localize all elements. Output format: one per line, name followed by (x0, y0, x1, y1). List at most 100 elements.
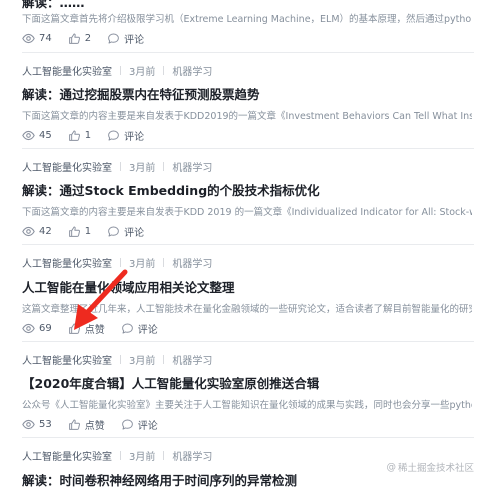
author-link[interactable]: 人工智能量化实验室 (22, 255, 112, 270)
comment-label: 评论 (124, 131, 145, 143)
separator (120, 161, 121, 171)
like-button[interactable]: 1 (68, 129, 91, 142)
comment-label: 评论 (137, 324, 158, 336)
category-tag[interactable]: 机器学习 (172, 255, 212, 270)
author-link[interactable]: 人工智能量化实验室 (22, 448, 112, 463)
author-link[interactable]: 人工智能量化实验室 (22, 63, 112, 78)
eye-icon (22, 323, 35, 333)
view-count: 69 (22, 322, 52, 335)
like-button[interactable]: 1 (68, 225, 91, 238)
publish-time: 3月前 (129, 66, 156, 78)
article-meta: 人工智能量化实验室 3月前 机器学习 (22, 448, 212, 463)
thumbs-up-icon (68, 323, 80, 334)
article-item[interactable]: 人工智能量化实验室 3月前 机器学习 人工智能在量化领域应用相关论文整理 这篇文… (0, 244, 480, 341)
comment-button[interactable]: 评论 (107, 224, 144, 239)
category-tag[interactable]: 机器学习 (172, 448, 212, 463)
author-link[interactable]: 人工智能量化实验室 (22, 352, 112, 367)
article-item[interactable]: 解读：…… 下面这篇文章首先将介绍极限学习机（Extreme Learning … (0, 0, 480, 52)
like-count-value: 2 (84, 32, 92, 44)
like-button[interactable]: 点赞 (68, 417, 105, 432)
thumbs-up-icon (68, 226, 80, 237)
like-count-value: 1 (84, 129, 92, 141)
article-title[interactable]: 【2020年度合辑】人工智能量化实验室原创推送合辑 (22, 373, 472, 392)
separator (163, 450, 165, 460)
watermark-at: @ (386, 461, 396, 473)
view-count: 42 (22, 225, 52, 238)
comment-button[interactable]: 评论 (107, 128, 144, 143)
publish-time: 3月前 (129, 258, 156, 270)
like-label: 点赞 (84, 420, 105, 432)
article-title[interactable]: 解读：通过Stock Embedding的个股技术指标优化 (22, 180, 472, 199)
category-tag[interactable]: 机器学习 (172, 352, 212, 367)
article-abstract[interactable]: 这篇文章整理了近几年来，人工智能技术在量化金融领域的一些研究论文，适合读者了解目… (22, 301, 472, 315)
view-count-value: 42 (39, 225, 52, 237)
category-tag[interactable]: 机器学习 (172, 159, 212, 174)
thumbs-up-icon (68, 33, 80, 44)
comment-label: 评论 (124, 34, 145, 46)
separator (163, 257, 165, 267)
author-link[interactable]: 人工智能量化实验室 (22, 159, 112, 174)
view-count-value: 69 (39, 322, 52, 334)
view-count-value: 74 (39, 32, 52, 44)
like-label: 点赞 (84, 324, 105, 336)
thumbs-up-icon (68, 419, 80, 430)
comment-button[interactable]: 评论 (107, 31, 144, 46)
article-abstract[interactable]: 公众号《人工智能量化实验室》主要关注于人工智能知识在量化领域的成果与实践，同时也… (22, 397, 472, 411)
comment-icon (108, 33, 119, 44)
article-meta: 人工智能量化实验室 3月前 机器学习 (22, 63, 212, 78)
article-item[interactable]: 人工智能量化实验室 3月前 机器学习 解读：通过挖掘股票内在特征预测股票趋势 下… (0, 52, 480, 148)
article-abstract[interactable]: 下面这篇文章的内容主要是来自发表于KDD2019的一篇文章《Investment… (22, 108, 472, 122)
comment-button[interactable]: 评论 (121, 417, 158, 432)
separator (120, 65, 121, 75)
like-button[interactable]: 点赞 (68, 321, 105, 336)
article-meta: 人工智能量化实验室 3月前 机器学习 (22, 159, 212, 174)
category-tag[interactable]: 机器学习 (172, 63, 212, 78)
article-meta: 人工智能量化实验室 3月前 机器学习 (22, 255, 212, 270)
like-count-value: 1 (84, 225, 92, 237)
publish-time: 3月前 (129, 355, 156, 367)
article-item[interactable]: 人工智能量化实验室 3月前 机器学习 【2020年度合辑】人工智能量化实验室原创… (0, 341, 480, 437)
watermark-text: 稀土掘金技术社区 (397, 463, 474, 474)
view-count: 53 (22, 418, 52, 431)
article-actions: 42 1 评论 (22, 224, 160, 239)
comment-icon (108, 226, 119, 237)
view-count-value: 45 (39, 129, 52, 141)
article-title[interactable]: 解读：…… (22, 0, 472, 11)
article-title[interactable]: 解读：通过挖掘股票内在特征预测股票趋势 (22, 84, 472, 103)
like-button[interactable]: 2 (68, 32, 91, 45)
separator (120, 257, 121, 267)
article-actions: 45 1 评论 (22, 128, 160, 143)
comment-label: 评论 (137, 420, 158, 432)
separator (120, 354, 121, 364)
watermark: @ 稀土掘金技术社区 (386, 460, 474, 475)
view-count: 74 (22, 32, 52, 45)
divider (22, 341, 474, 342)
article-actions: 74 2 评论 (22, 31, 160, 46)
view-count: 45 (22, 129, 52, 142)
publish-time: 3月前 (129, 451, 156, 463)
divider (22, 52, 474, 53)
comment-icon (108, 130, 119, 141)
article-abstract[interactable]: 下面这篇文章首先将介绍极限学习机（Extreme Learning Machin… (22, 11, 472, 25)
article-actions: 69 点赞 评论 (22, 321, 174, 336)
article-actions: 53 点赞 评论 (22, 417, 174, 432)
divider (22, 244, 474, 245)
eye-icon (22, 226, 35, 236)
article-title[interactable]: 人工智能在量化领域应用相关论文整理 (22, 277, 472, 296)
eye-icon (22, 33, 35, 43)
separator (163, 161, 165, 171)
separator (120, 450, 121, 460)
comment-icon (121, 323, 133, 334)
eye-icon (22, 419, 35, 429)
comment-label: 评论 (124, 227, 145, 239)
separator (163, 65, 165, 75)
thumbs-up-icon (68, 130, 80, 141)
article-abstract[interactable]: 下面这篇文章的内容主要是来自发表于KDD 2019 的一篇文章《Individu… (22, 204, 472, 218)
divider (22, 437, 474, 438)
divider (22, 148, 474, 149)
separator (163, 354, 165, 364)
article-item[interactable]: 人工智能量化实验室 3月前 机器学习 解读：通过Stock Embedding的… (0, 148, 480, 244)
comment-icon (121, 419, 133, 430)
comment-button[interactable]: 评论 (121, 321, 158, 336)
view-count-value: 53 (39, 418, 52, 430)
